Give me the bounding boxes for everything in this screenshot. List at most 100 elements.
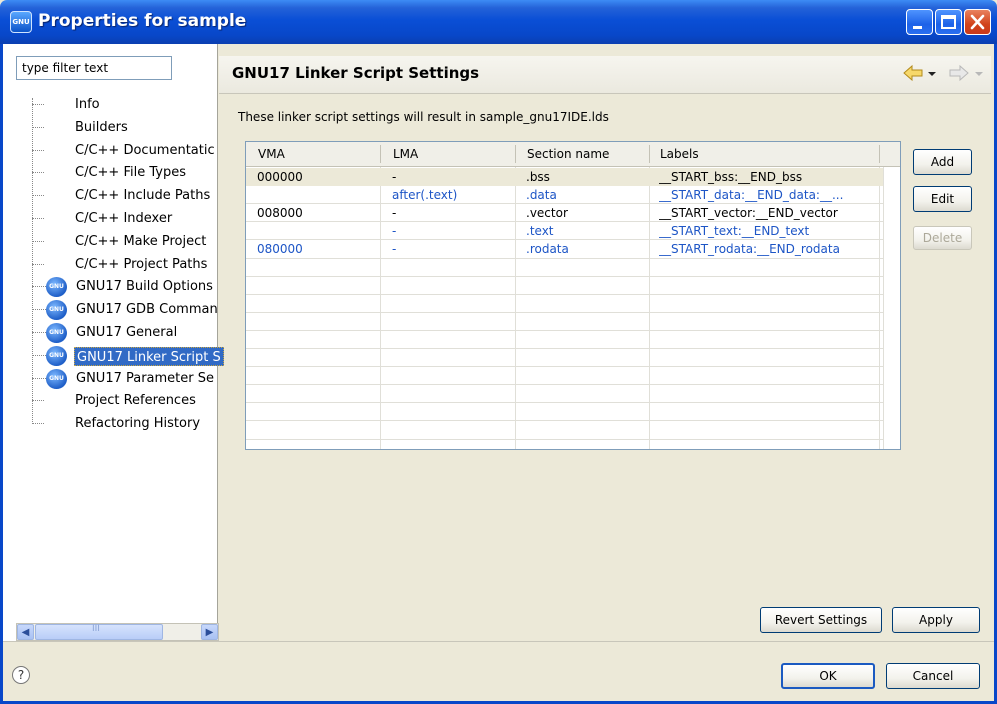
tree-item[interactable]: GNU GNU17 Build Options [28,276,218,299]
column-header-vma[interactable]: VMA [258,147,285,161]
back-dropdown-icon[interactable] [928,72,936,76]
tree-item-label: Info [75,97,100,112]
gnu-icon: GNU [46,322,67,343]
tree-item-label: GNU17 General [76,324,178,340]
table-row[interactable]: 000000 - .bss __START_bss:__END_bss [246,168,883,186]
scroll-left-arrow-icon[interactable]: ◀ [17,624,34,640]
table-header: VMA LMA Section name Labels [246,142,900,167]
apply-button[interactable]: Apply [892,607,980,633]
forward-dropdown-icon[interactable] [975,72,983,76]
column-separator[interactable] [649,145,650,163]
maximize-icon [941,15,956,29]
grid-row-line [246,293,883,295]
table-row[interactable]: 080000 - .rodata __START_rodata:__END_rodat… [246,240,883,258]
tree-item[interactable]: GNU GNU17 GDB Comman [28,299,218,322]
tree-horizontal-scrollbar[interactable]: ◀ III ▶ [16,623,219,641]
table-cell-section: .bss [526,170,550,184]
table-cell-section: .text [526,224,554,239]
tree-item-label: C/C++ Project Paths [75,256,208,272]
table-row[interactable]: 008000 - .vector __START_vector:__END_vecto… [246,204,883,222]
tree-item-label: Refactoring History [75,416,201,432]
help-icon[interactable]: ? [12,666,30,684]
table-cell-section: .data [526,188,557,203]
tree-item[interactable]: C/C++ Make Project [28,231,218,254]
cancel-button[interactable]: Cancel [886,663,980,689]
column-header-section-name[interactable]: Section name [527,147,609,161]
ok-button[interactable]: OK [781,663,875,689]
table-row[interactable]: after(.text) .data __START_data:__END_data… [246,186,883,204]
linker-sections-table[interactable]: VMA LMA Section name Labels 000000 - .bss _… [245,141,901,450]
footer-separator [3,641,994,642]
column-separator[interactable] [515,145,516,163]
column-header-lma[interactable]: LMA [393,147,418,161]
tree-item[interactable]: Info [28,94,218,117]
forward-arrow-icon[interactable] [948,64,970,82]
tree-item[interactable]: C/C++ File Types [28,162,218,185]
tree-item[interactable]: Builders [28,117,218,140]
tree-connector [32,263,44,265]
preference-tree: Info Builders C/C++ Documentatic C/C++ File… [28,94,224,436]
gnu-icon: GNU [46,300,67,321]
tree-item[interactable]: C/C++ Include Paths [28,185,218,208]
column-separator[interactable] [879,145,880,163]
table-cell-section: .rodata [526,242,569,257]
properties-dialog: GNU Properties for sample type filter te… [0,0,997,704]
tree-item[interactable]: GNU GNU17 General [28,322,218,345]
gnu-icon: GNU [46,277,67,298]
table-row[interactable]: - .text __START_text:__END_text [246,222,883,240]
table-cell-lma: - [392,170,397,184]
tree-item-label: C/C++ Indexer [75,210,173,226]
table-cell-lma: after(.text) [392,188,458,203]
table-cell-vma: 008000 [257,206,303,221]
tree-item-label: C/C++ File Types [75,165,186,181]
gnu-app-icon: GNU [10,11,32,33]
edit-button[interactable]: Edit [913,186,972,212]
grid-row-line [246,311,883,313]
add-button[interactable]: Add [913,149,972,175]
table-vertical-scrollbar-track[interactable] [883,167,900,449]
tree-item-label: GNU17 Build Options [76,279,213,295]
tree-item[interactable]: GNU GNU17 Parameter Se [28,368,218,391]
page-title: GNU17 Linker Script Settings [232,64,480,82]
tree-item-label: GNU17 Parameter Se [76,370,215,386]
tree-item[interactable]: C/C++ Documentatic [28,140,218,163]
scroll-thumb[interactable]: III [35,624,163,640]
tree-connector [32,172,44,174]
revert-settings-button[interactable]: Revert Settings [760,607,882,633]
tree-item[interactable]: Project References [28,390,218,413]
grid-row-line [246,275,883,277]
scroll-thumb-grip: III [92,624,100,634]
tree-item-label: C/C++ Documentatic [75,142,215,158]
table-cell-section: .vector [526,206,568,221]
tree-item-label: C/C++ Make Project [75,233,207,249]
close-button[interactable] [964,9,991,35]
gnu-icon: GNU [46,345,67,366]
filter-input[interactable]: type filter text [16,56,172,80]
back-arrow-icon[interactable] [902,64,924,82]
table-cell-vma: 000000 [257,170,303,184]
tree-item[interactable]: C/C++ Indexer [28,208,218,231]
tree-connector [32,195,44,197]
tree-item[interactable]: Refactoring History [28,413,218,436]
grid-row-line [246,329,883,331]
tree-item[interactable]: C/C++ Project Paths [28,254,218,277]
tree-connector [32,126,44,128]
table-cell-lma: - [392,242,397,257]
tree-item-label: Project References [75,393,196,409]
tree-item[interactable]: GNU GNU17 Linker Script S [28,345,224,368]
tree-connector [32,217,44,219]
delete-button[interactable]: Delete [913,226,972,250]
table-cell-lma: - [392,206,397,221]
grid-row-line [246,366,883,368]
tree-item-label: Builders [75,119,128,135]
table-cell-labels: __START_data:__END_data:__... [659,188,844,203]
scroll-right-arrow-icon[interactable]: ▶ [201,624,218,640]
column-separator[interactable] [380,145,381,163]
grid-row-line [246,438,883,440]
maximize-button[interactable] [935,9,962,35]
minimize-button[interactable] [906,9,933,35]
column-header-labels[interactable]: Labels [660,147,699,161]
title-bar[interactable]: GNU Properties for sample [0,0,997,44]
table-cell-labels: __START_text:__END_text [659,224,810,239]
description-text: These linker script settings will result… [238,110,609,124]
